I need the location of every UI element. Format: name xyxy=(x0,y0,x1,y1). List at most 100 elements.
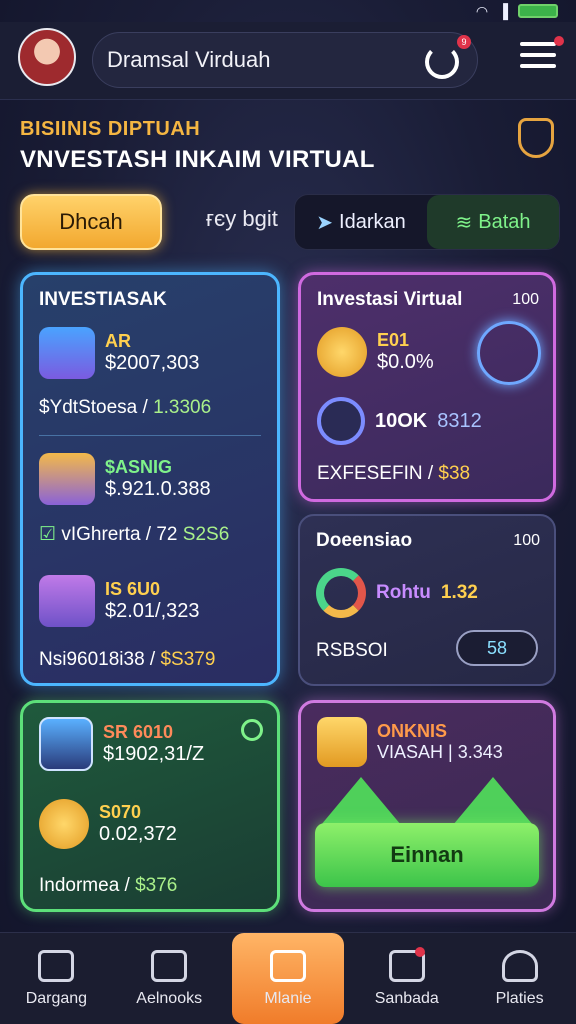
segment-label-1: Idarkan xyxy=(339,210,406,233)
signal-icon: ▐ xyxy=(498,3,508,19)
summary-value-1: 1.3306 xyxy=(153,397,212,418)
app-header: Dramsal Virduah 9 xyxy=(0,22,576,100)
building-icon xyxy=(39,327,95,379)
donut-chart-icon xyxy=(316,568,366,618)
tab-aelnooks[interactable]: Aelnooks xyxy=(113,933,226,1024)
card-title: INVESTIASAK xyxy=(39,289,167,310)
card-title: Doeensiao xyxy=(316,530,413,551)
wifi-icon: ◠ xyxy=(475,2,489,19)
asset-summary-2: ☑ vIGhrerta / 72 S2S6 xyxy=(39,523,229,546)
coin-icon xyxy=(317,327,367,377)
tab-label: Aelnooks xyxy=(136,989,203,1007)
virtual-footer: EXFESEFIN / $38 xyxy=(317,463,470,485)
metric-value: 1.32 xyxy=(440,582,478,603)
tab-label: Platies xyxy=(495,989,544,1007)
tab-platies[interactable]: Platies xyxy=(463,933,576,1024)
document-ring-icon[interactable] xyxy=(477,321,541,385)
portfolio-footer: Indormea / $376 xyxy=(39,875,177,897)
asset-label-2: $ASNIG xyxy=(105,457,173,477)
status-bar: ◠ ▐ xyxy=(476,0,558,22)
arrow-icon: ➤ xyxy=(316,211,334,234)
investment-card-virtual[interactable]: Investasi Virtual 100 E01 $0.0% 10OK 831… xyxy=(298,272,556,502)
virtual-footer-value: $38 xyxy=(438,463,471,484)
earnings-row[interactable]: ONKNIS VIASAH | 3.343 xyxy=(317,717,503,767)
coin-gear-icon xyxy=(39,799,89,849)
tab-dargang[interactable]: Dargang xyxy=(0,933,113,1024)
earnings-value-label: VIASAH | xyxy=(377,742,453,762)
tab-mlanie[interactable]: Mlanie xyxy=(231,933,345,1024)
earn-button[interactable]: Einnan xyxy=(315,823,539,887)
virtual-value-2: 8312 xyxy=(437,409,482,432)
virtual-footer-label: EXFESEFIN / xyxy=(317,463,434,484)
virtual-label-2: 10OK xyxy=(375,409,428,432)
segmented-control: ➤ Idarkan ≋ Batah xyxy=(294,194,560,250)
growth-chart-icon xyxy=(39,575,95,627)
profile-icon xyxy=(501,949,538,982)
asset-row-2[interactable]: $ASNIG $.921.0.388 xyxy=(39,453,211,505)
doeensiao-metric[interactable]: Rohtu 1.32 xyxy=(316,568,478,618)
asset-value-1: $2007,303 xyxy=(105,352,200,374)
segment-option-2[interactable]: ≋ Batah xyxy=(427,195,559,249)
refresh-icon[interactable] xyxy=(425,45,459,79)
portfolio-value-1: $1902,31/Z xyxy=(103,743,205,765)
portfolio-card[interactable]: SR 6010 $1902,31/Z S070 0.02,372 Indorme… xyxy=(20,700,280,912)
summary-label-2: vIGhrerta / 72 xyxy=(61,524,178,545)
card-title: Investasi Virtual xyxy=(317,289,463,310)
virtual-label-1: E01 xyxy=(377,330,410,350)
portfolio-row-1[interactable]: SR 6010 $1902,31/Z xyxy=(39,717,204,771)
asset-label-1: AR xyxy=(105,331,131,351)
summary-label-1: $YdtStoesa / xyxy=(39,397,148,418)
dollar-coin-icon xyxy=(317,717,367,767)
earnings-value: 3.343 xyxy=(457,742,503,762)
menu-icon[interactable] xyxy=(520,36,564,74)
earnings-value-line: VIASAH | 3.343 xyxy=(377,742,503,763)
asset-row-1[interactable]: AR $2007,303 xyxy=(39,327,200,379)
tab-sanbada[interactable]: Sanbada xyxy=(350,933,463,1024)
left-peak-decoration xyxy=(321,777,401,825)
asset-label-3: IS 6U0 xyxy=(105,579,161,599)
doeensiao-card[interactable]: Doeensiao 100 Rohtu 1.32 RSBSOI 58 xyxy=(298,514,556,686)
investor-avatar-icon xyxy=(39,717,93,771)
virtual-row-2[interactable]: 10OK 8312 xyxy=(317,397,482,445)
wave-icon: ≋ xyxy=(455,211,473,234)
card-count: 100 xyxy=(512,291,539,308)
metric-label: Rohtu xyxy=(376,582,431,603)
segment-option-1[interactable]: ➤ Idarkan xyxy=(295,195,427,249)
virtual-value-1: $0.0% xyxy=(377,351,434,373)
portfolio-footer-value: $376 xyxy=(135,875,178,896)
asset-value-3: $2.01/,323 xyxy=(105,600,200,622)
page-title: VNVESTASH INKAIM VIRTUAL xyxy=(20,146,375,173)
earnings-card[interactable]: ONKNIS VIASAH | 3.343 Einnan xyxy=(298,700,556,912)
asset-row-3[interactable]: IS 6U0 $2.01/,323 xyxy=(39,575,200,627)
primary-filter-button[interactable]: Dhcah xyxy=(20,194,162,250)
tab-label: Dargang xyxy=(25,989,88,1007)
value-pill[interactable]: 58 xyxy=(456,630,538,666)
books-icon xyxy=(151,949,188,982)
doeensiao-footer: RSBSOI xyxy=(316,640,388,661)
portfolio-label-2: S070 xyxy=(99,802,142,822)
card-count: 100 xyxy=(513,532,540,549)
divider xyxy=(39,435,261,436)
investment-card-main[interactable]: INVESTIASAK AR $2007,303 $YdtStoesa / 1.… xyxy=(20,272,280,686)
summary-label-3: Nsi96018i38 / xyxy=(39,649,156,670)
info-circle-icon[interactable] xyxy=(241,719,263,741)
filter-bar: Dhcah ғєу bgit ➤ Idarkan ≋ Batah xyxy=(20,194,560,250)
search-text: Dramsal Virduah xyxy=(107,47,271,72)
battery-icon xyxy=(518,4,558,18)
search-bar[interactable]: Dramsal Virduah 9 xyxy=(92,32,478,88)
edit-icon xyxy=(269,949,306,982)
virtual-row-1[interactable]: E01 $0.0% xyxy=(317,327,434,377)
portfolio-row-2[interactable]: S070 0.02,372 xyxy=(39,799,177,849)
portfolio-value-2: 0.02,372 xyxy=(99,823,177,845)
menu-badge-dot xyxy=(554,36,564,46)
earnings-label: ONKNIS xyxy=(377,721,448,741)
avatar[interactable] xyxy=(18,28,76,86)
notification-badge: 9 xyxy=(457,35,471,49)
tab-label: Sanbada xyxy=(374,989,439,1007)
right-peak-decoration xyxy=(453,777,533,825)
filter-chip[interactable]: ғєу bgit xyxy=(206,206,278,232)
segment-label-2: Batah xyxy=(478,210,531,233)
page-subtitle: BISIINIS DIPTUAH xyxy=(20,118,201,140)
shield-icon[interactable] xyxy=(518,118,554,158)
asset-summary-1: $YdtStoesa / 1.3306 xyxy=(39,397,211,419)
